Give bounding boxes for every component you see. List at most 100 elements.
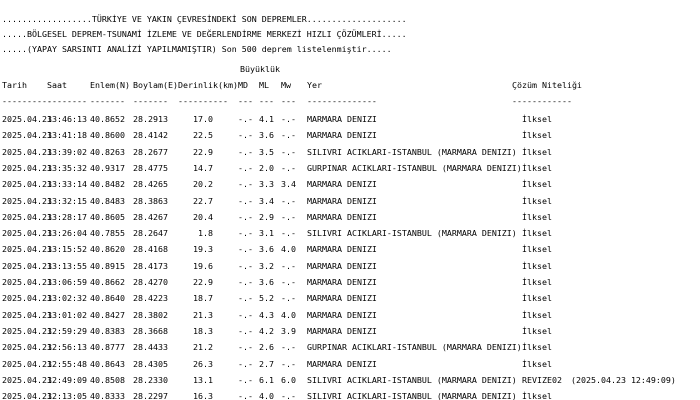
earthquake-list-page: ..................TÜRKİYE VE YAKIN ÇEVRE… xyxy=(0,0,700,400)
cell-ml: 5.2 xyxy=(259,293,274,304)
cell-mw: -.- xyxy=(281,358,296,369)
cell-yer: MARMARA DENIZI xyxy=(307,195,377,206)
cell-mw: 3.4 xyxy=(281,179,296,190)
sep-tarih: ---------- xyxy=(2,96,52,106)
cell-saat: 13:35:32 xyxy=(47,162,87,173)
cell-derinlik: 19.6 xyxy=(193,260,213,271)
cell-ml: 3.3 xyxy=(259,179,274,190)
cell-cozum: İlksel xyxy=(522,325,552,336)
cell-ml: 3.1 xyxy=(259,228,274,239)
cell-derinlik: 14.7 xyxy=(193,162,213,173)
sep-boylam: ------- xyxy=(133,96,168,106)
cell-enlem: 40.8643 xyxy=(90,358,125,369)
cell-saat: 13:32:15 xyxy=(47,195,87,206)
cell-derinlik: 22.5 xyxy=(193,130,213,141)
cell-cozum: İlksel xyxy=(522,342,552,353)
cell-ml: 2.6 xyxy=(259,342,274,353)
table-row: 2025.04.23 12:13:05 40.8333 28.2297 16.3 -.- 4… xyxy=(0,389,700,400)
table-row: 2025.04.23 13:39:02 40.8263 28.2677 22.9 -.- 3… xyxy=(0,145,700,160)
cell-enlem: 40.8662 xyxy=(90,277,125,287)
cell-mw: -.- xyxy=(281,162,296,173)
cell-md: -.- xyxy=(238,374,253,385)
sep-enlem: ------- xyxy=(90,96,125,106)
table-row: 2025.04.23 13:32:15 40.8483 28.3863 22.7 -.- 3… xyxy=(0,194,700,209)
note-line: .....(YAPAY SARSINTI ANALİZİ YAPILMAMIŞT… xyxy=(2,44,392,54)
cell-boylam: 28.4433 xyxy=(133,342,168,353)
cell-saat: 13:28:17 xyxy=(47,211,87,222)
cell-tarih: 2025.04.23 xyxy=(2,228,52,239)
cell-mw: -.- xyxy=(281,146,296,157)
cell-ml: 3.5 xyxy=(259,146,274,157)
col-md: MD xyxy=(238,80,248,90)
sep-saat: -------- xyxy=(47,96,87,106)
cell-cozum: İlksel xyxy=(522,211,552,222)
cell-boylam: 28.4270 xyxy=(133,277,168,287)
subtitle-line: .....BÖLGESEL DEPREM-TSUNAMİ İZLEME VE D… xyxy=(2,29,407,39)
cell-cozum: İlksel xyxy=(522,195,552,206)
cell-cozum: İlksel xyxy=(522,309,552,320)
cell-enlem: 40.8652 xyxy=(90,114,125,124)
col-enlem: Enlem(N) xyxy=(90,80,130,90)
cell-yer: MARMARA DENIZI xyxy=(307,211,377,222)
cell-yer: SILIVRI ACIKLARI-ISTANBUL (MARMARA DENIZ… xyxy=(307,374,517,385)
cell-saat: 12:49:09 xyxy=(47,374,87,385)
cell-md: -.- xyxy=(238,244,253,255)
cell-tarih: 2025.04.23 xyxy=(2,260,52,271)
cell-enlem: 40.8640 xyxy=(90,293,125,304)
cell-yer: SILIVRI ACIKLARI-ISTANBUL (MARMARA DENIZ… xyxy=(307,391,517,400)
sep-ml: --- xyxy=(259,96,274,106)
cell-saat: 13:39:02 xyxy=(47,146,87,157)
cell-mw: -.- xyxy=(281,391,296,400)
col-derinlik: Derinlik(km) xyxy=(178,80,238,90)
cell-yer: GURPINAR ACIKLARI-ISTANBUL (MARMARA DENI… xyxy=(307,342,522,353)
cell-md: -.- xyxy=(238,195,253,206)
cell-saat: 12:59:29 xyxy=(47,325,87,336)
cell-saat: 13:01:02 xyxy=(47,309,87,320)
separator-row: ---------- -------- ------- ------- ----… xyxy=(0,94,700,109)
cell-ml: 2.7 xyxy=(259,358,274,369)
cell-yer: MARMARA DENIZI xyxy=(307,277,377,287)
cell-yer: SILIVRI ACIKLARI-ISTANBUL (MARMARA DENIZ… xyxy=(307,228,517,239)
cell-derinlik: 22.9 xyxy=(193,146,213,157)
cell-mw: -.- xyxy=(281,260,296,271)
cell-derinlik: 21.3 xyxy=(193,309,213,320)
cell-boylam: 28.3802 xyxy=(133,309,168,320)
cell-md: -.- xyxy=(238,309,253,320)
cell-derinlik: 19.3 xyxy=(193,244,213,255)
cell-md: -.- xyxy=(238,293,253,304)
cell-enlem: 40.8383 xyxy=(90,325,125,336)
sep-yer: -------------- xyxy=(307,96,377,106)
cell-ml: 2.9 xyxy=(259,211,274,222)
cell-enlem: 40.8333 xyxy=(90,391,125,400)
cell-tarih: 2025.04.23 xyxy=(2,358,52,369)
cell-cozum: İlksel xyxy=(522,358,552,369)
table-row: 2025.04.23 13:06:59 40.8662 28.4270 22.9 -.- 3… xyxy=(0,275,700,290)
cell-mw: 4.0 xyxy=(281,244,296,255)
column-header-row: Tarih Saat Enlem(N) Boylam(E) Derinlik(k… xyxy=(0,78,700,93)
cell-yer: MARMARA DENIZI xyxy=(307,244,377,255)
col-cozum: Çözüm Niteliği xyxy=(512,80,582,90)
cell-mw: -.- xyxy=(281,195,296,206)
cell-boylam: 28.4173 xyxy=(133,260,168,271)
cell-boylam: 28.4775 xyxy=(133,162,168,173)
cell-ml: 3.6 xyxy=(259,244,274,255)
cell-cozum: İlksel xyxy=(522,146,552,157)
cell-md: -.- xyxy=(238,130,253,141)
table-row: 2025.04.23 13:15:52 40.8620 28.4168 19.3 -.- 3… xyxy=(0,242,700,257)
cell-saat: 12:55:48 xyxy=(47,358,87,369)
col-mw: Mw xyxy=(281,80,291,90)
cell-md: -.- xyxy=(238,211,253,222)
cell-cozum: İlksel xyxy=(522,260,552,271)
cell-boylam: 28.4223 xyxy=(133,293,168,304)
cell-tarih: 2025.04.23 xyxy=(2,179,52,190)
cell-yer: MARMARA DENIZI xyxy=(307,325,377,336)
cell-saat: 13:41:18 xyxy=(47,130,87,141)
cell-derinlik: 21.2 xyxy=(193,342,213,353)
cell-tarih: 2025.04.23 xyxy=(2,293,52,304)
col-ml: ML xyxy=(259,80,269,90)
cell-derinlik: 20.2 xyxy=(193,179,213,190)
cell-mw: 3.9 xyxy=(281,325,296,336)
cell-saat: 12:13:05 xyxy=(47,391,87,400)
cell-enlem: 40.8605 xyxy=(90,211,125,222)
cell-derinlik: 22.7 xyxy=(193,195,213,206)
